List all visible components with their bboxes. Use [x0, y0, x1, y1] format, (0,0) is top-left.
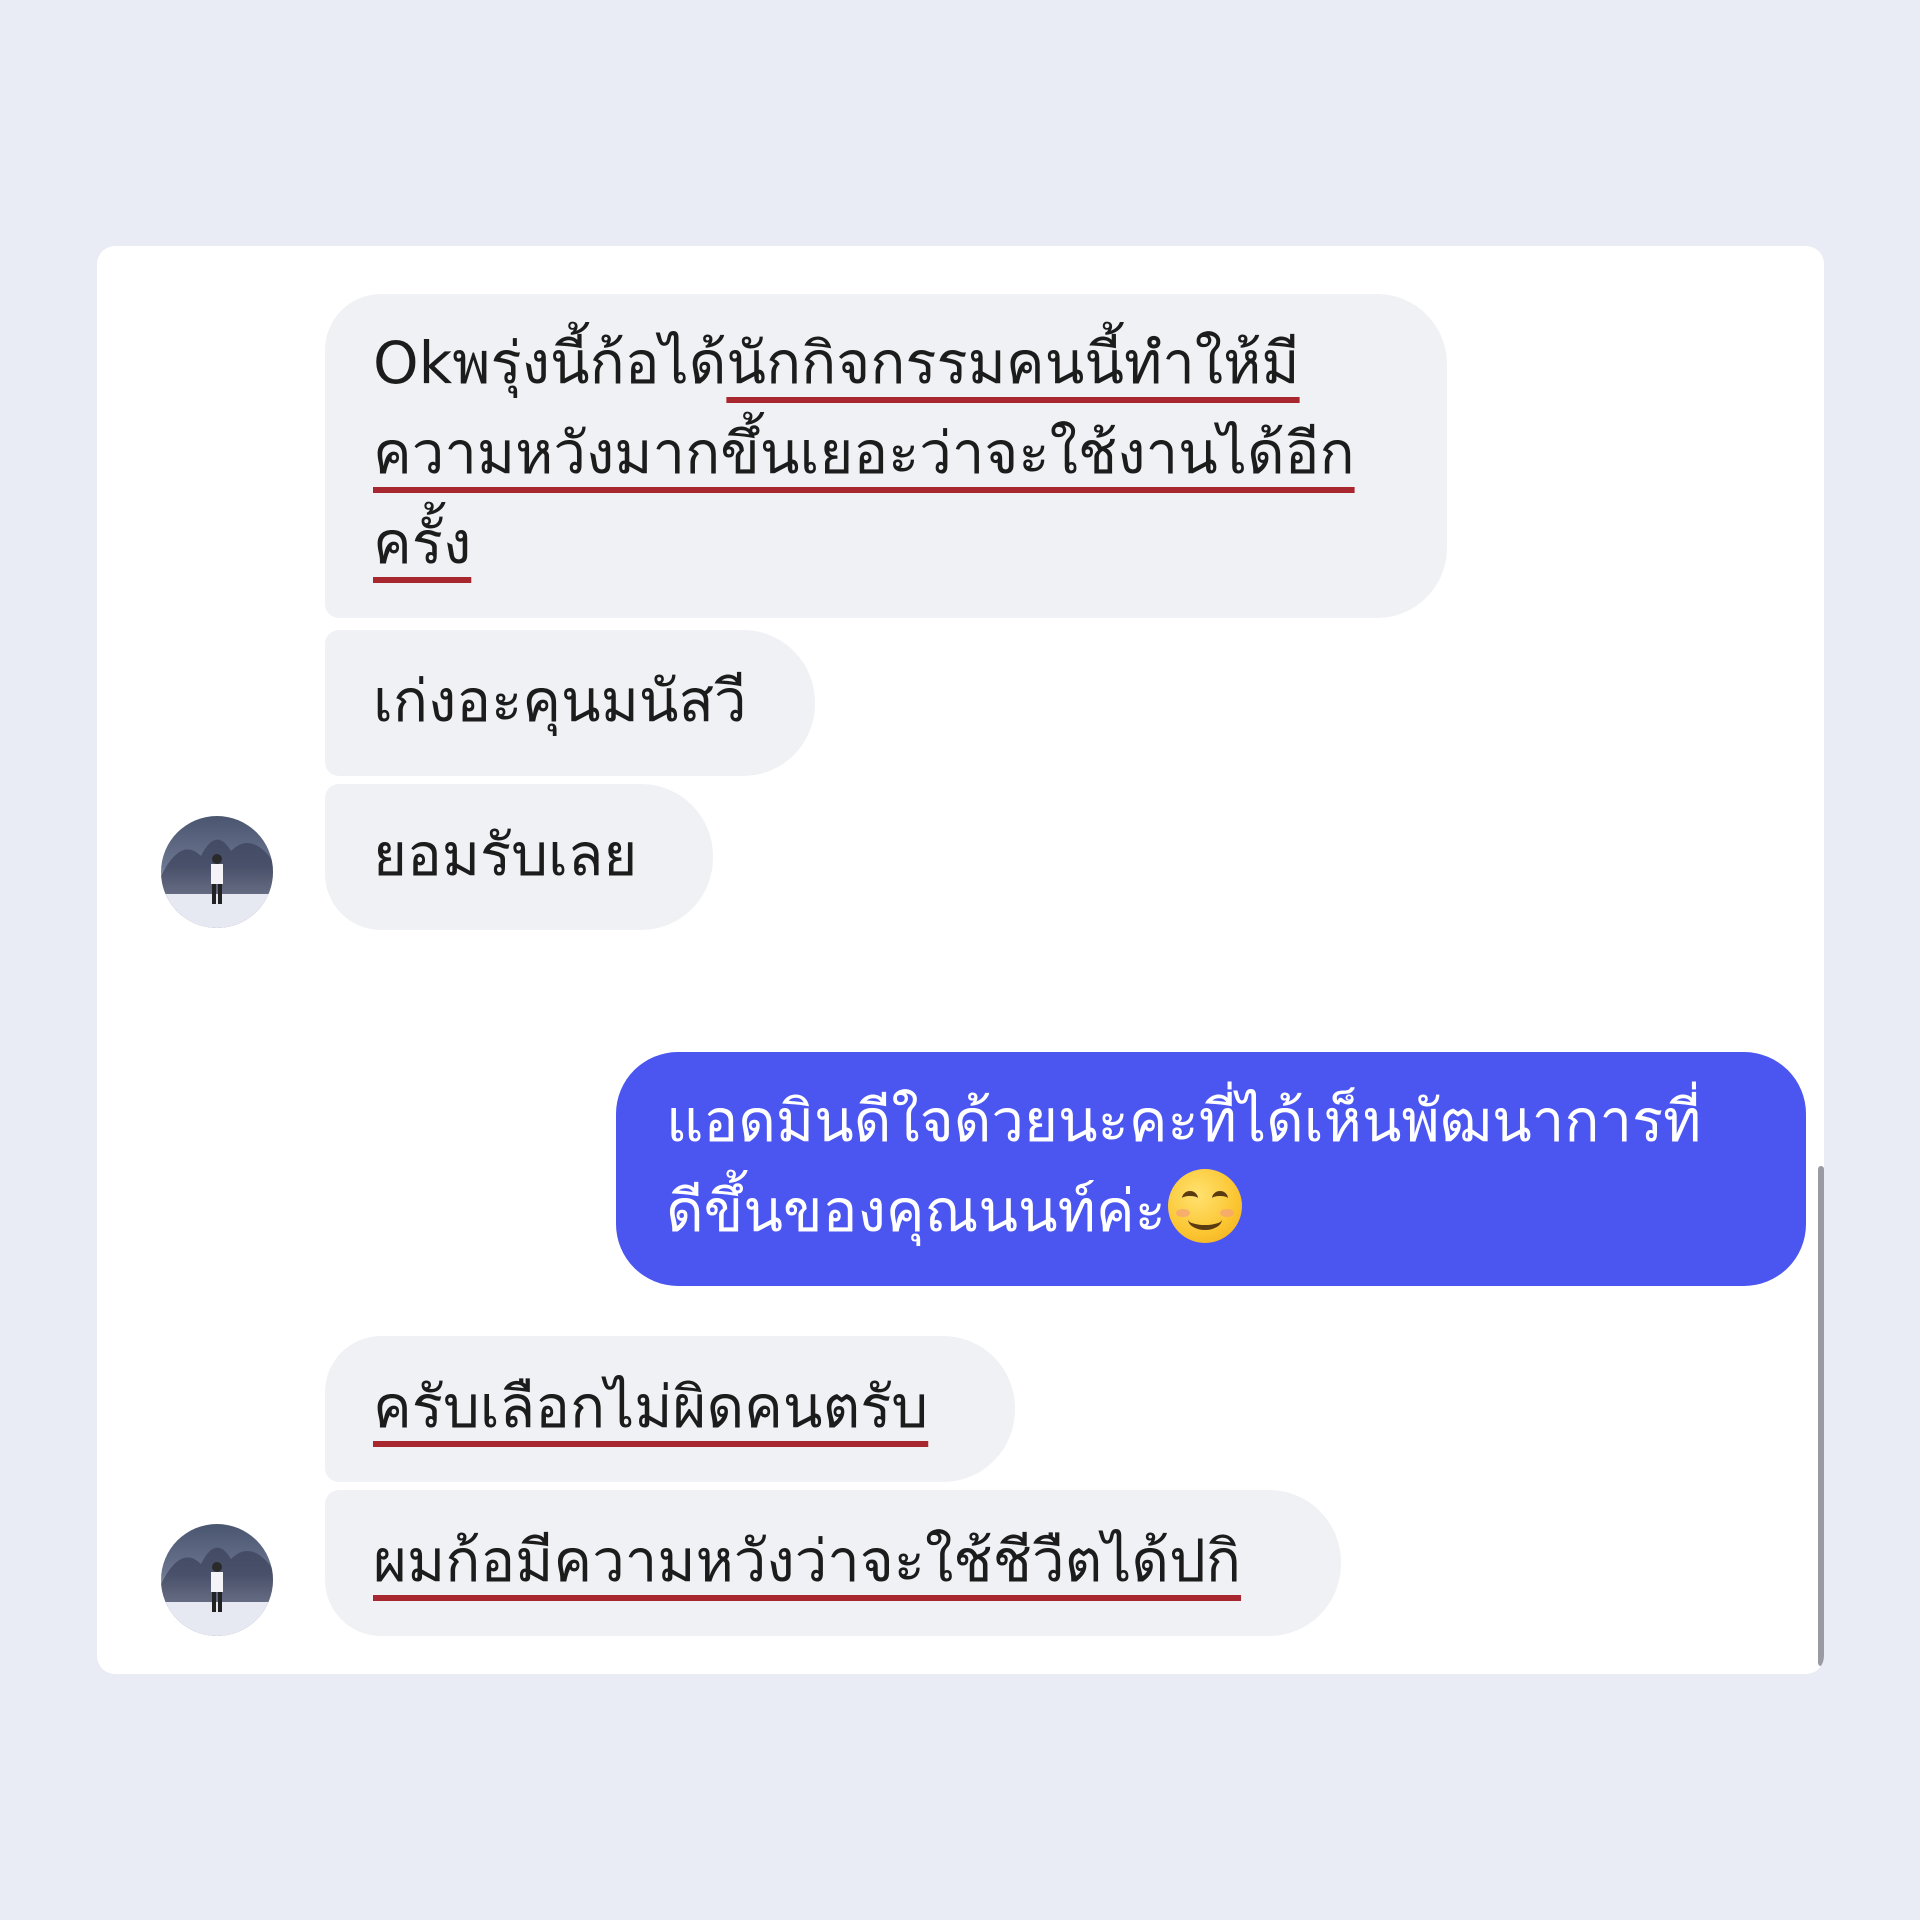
smiling-face-emoji-icon	[1167, 1169, 1242, 1243]
message-line: แอดมินดีใจด้วยนะคะที่ได้เห็นพัฒนาการที่	[666, 1087, 1702, 1155]
incoming-message-6: ผมก้อมีความหวังว่าจะใช้ชีวืตได้ปกิ	[325, 1490, 1341, 1636]
message-line: ความหวังมากขึ้นเยอะว่าจะใช้งานได้อีก	[373, 408, 1447, 498]
highlighted-text: ครั้ง	[373, 509, 472, 577]
message-text: Okพรุ่งนี้ก้อได้	[373, 329, 727, 397]
chat-panel: Okพรุ่งนี้ก้อได้นักกิจกรรมคนนี้ทำให้มี ค…	[97, 246, 1824, 1674]
message-line: Okพรุ่งนี้ก้อได้นักกิจกรรมคนนี้ทำให้มี	[373, 318, 1447, 408]
message-text: ดีขึ้นของคุณนนท์ค่ะ	[666, 1177, 1166, 1245]
highlighted-text: นักกิจกรรมคนนี้ทำให้มี	[726, 329, 1300, 397]
sender-avatar[interactable]	[161, 1524, 273, 1636]
incoming-message-2: เก่งอะคุนมนัสวี	[325, 630, 815, 776]
incoming-message-3: ยอมรับเลย	[325, 784, 713, 930]
highlighted-text: ผมก้อมีความหวังว่าจะใช้ชีวืตได้ปกิ	[373, 1527, 1242, 1595]
incoming-message-1: Okพรุ่งนี้ก้อได้นักกิจกรรมคนนี้ทำให้มี ค…	[325, 294, 1447, 618]
highlighted-text: ครับเลือกไม่ผิดคนตรับ	[373, 1373, 929, 1441]
profile-photo-icon	[161, 839, 273, 928]
outgoing-message: แอดมินดีใจด้วยนะคะที่ได้เห็นพัฒนาการที่ …	[616, 1052, 1806, 1286]
message-text: เก่งอะคุนมนัสวี	[373, 667, 747, 735]
incoming-message-5: ครับเลือกไม่ผิดคนตรับ	[325, 1336, 1015, 1482]
scrollbar[interactable]	[1818, 1166, 1824, 1666]
sender-avatar[interactable]	[161, 816, 273, 928]
message-text: ยอมรับเลย	[373, 821, 638, 889]
message-line: ครั้ง	[373, 498, 1447, 588]
message-line: ดีขึ้นของคุณนนท์ค่ะ	[666, 1166, 1806, 1256]
profile-photo-icon	[161, 1547, 273, 1636]
highlighted-text: ความหวังมากขึ้นเยอะว่าจะใช้งานได้อีก	[373, 419, 1355, 487]
